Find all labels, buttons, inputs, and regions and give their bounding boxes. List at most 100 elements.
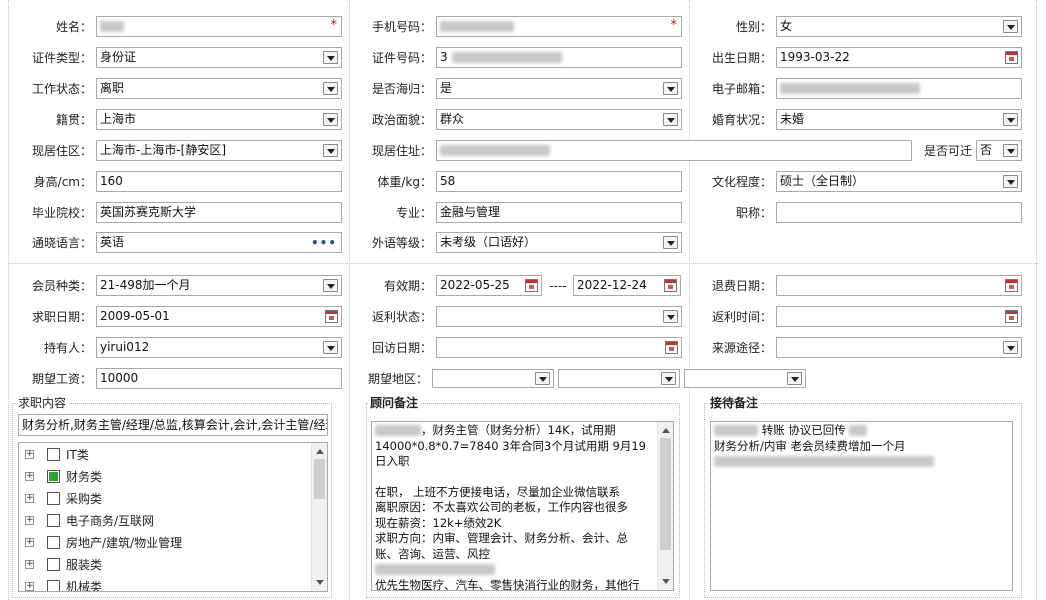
visit-date-label: 回访日期： <box>371 341 432 355</box>
scroll-down-icon[interactable] <box>316 580 324 585</box>
expand-icon[interactable]: + <box>25 560 34 569</box>
source-select[interactable] <box>776 337 1022 358</box>
marital-select[interactable]: 未婚 <box>776 109 1022 130</box>
note-line: 在职， 上班不方便接电话，尽量加企业微信联系 <box>375 484 621 499</box>
scroll-up-icon[interactable] <box>662 428 670 433</box>
calendar-icon[interactable] <box>664 279 677 292</box>
scroll-thumb[interactable] <box>314 459 325 499</box>
more-options-icon[interactable]: ••• <box>311 234 337 252</box>
checkbox[interactable] <box>47 492 60 505</box>
scroll-up-icon[interactable] <box>316 449 324 454</box>
expand-icon[interactable]: + <box>25 494 34 503</box>
chevron-down-icon[interactable] <box>1003 175 1018 188</box>
refund-date-field[interactable] <box>776 275 1022 296</box>
scroll-thumb[interactable] <box>660 438 671 550</box>
chevron-down-icon[interactable] <box>663 310 678 323</box>
chevron-down-icon[interactable] <box>787 372 802 385</box>
language-field[interactable]: 英语 ••• <box>96 232 342 253</box>
political-select[interactable]: 群众 <box>436 109 682 130</box>
chevron-down-icon[interactable] <box>661 372 676 385</box>
tree-item[interactable]: + 服装类 <box>19 554 309 576</box>
valid-to-field[interactable]: 2022-12-24 <box>573 275 681 296</box>
chevron-down-icon[interactable] <box>1003 341 1018 354</box>
chevron-down-icon[interactable] <box>535 372 550 385</box>
language-value: 英语 <box>100 235 125 249</box>
chevron-down-icon[interactable] <box>323 82 338 95</box>
job-date-field[interactable]: 2009-05-01 <box>96 306 342 327</box>
lang-level-select[interactable]: 未考级（口语好） <box>436 232 682 253</box>
holder-select[interactable]: yirui012 <box>96 337 342 358</box>
scroll-down-icon[interactable] <box>662 579 670 584</box>
name-field[interactable]: * <box>96 16 342 37</box>
tree-scrollbar[interactable] <box>311 443 327 591</box>
salary-field[interactable]: 10000 <box>96 368 342 389</box>
chevron-down-icon[interactable] <box>323 341 338 354</box>
tree-item[interactable]: + 采购类 <box>19 488 309 510</box>
returnee-select[interactable]: 是 <box>436 78 682 99</box>
chevron-down-icon[interactable] <box>663 236 678 249</box>
education-select[interactable]: 硕士（全日制） <box>776 171 1022 192</box>
chevron-down-icon[interactable] <box>1003 144 1018 157</box>
calendar-icon[interactable] <box>525 279 538 292</box>
job-content-summary[interactable]: 财务分析,财务主管/经理/总监,核算会计,会计,会计主管/经理 <box>18 414 328 436</box>
region-province-select[interactable] <box>432 369 554 388</box>
mobile-field[interactable]: * <box>436 16 682 37</box>
checkbox[interactable] <box>47 536 60 549</box>
native-select[interactable]: 上海市 <box>96 109 342 130</box>
redacted-value <box>849 425 868 436</box>
valid-from-field[interactable]: 2022-05-25 <box>436 275 542 296</box>
region-city-select[interactable] <box>558 369 680 388</box>
weight-field[interactable]: 58 <box>436 171 682 192</box>
gender-select[interactable]: 女 <box>776 16 1022 37</box>
chevron-down-icon[interactable] <box>1003 113 1018 126</box>
tree-item[interactable]: + 财务类 <box>19 466 309 488</box>
height-field[interactable]: 160 <box>96 171 342 192</box>
calendar-icon[interactable] <box>1005 51 1018 64</box>
tree-item[interactable]: + 房地产/建筑/物业管理 <box>19 532 309 554</box>
email-field[interactable] <box>776 78 1022 99</box>
rebate-time-field[interactable] <box>776 306 1022 327</box>
member-type-select[interactable]: 21-498加一个月 <box>96 275 342 296</box>
id-number-field[interactable]: 3 <box>436 47 682 68</box>
chevron-down-icon[interactable] <box>1003 20 1018 33</box>
checkbox-checked[interactable] <box>47 470 60 483</box>
rebate-status-select[interactable] <box>436 306 682 327</box>
chevron-down-icon[interactable] <box>323 279 338 292</box>
major-field[interactable]: 金融与管理 <box>436 202 682 223</box>
chevron-down-icon[interactable] <box>663 113 678 126</box>
work-status-select[interactable]: 离职 <box>96 78 342 99</box>
calendar-icon[interactable] <box>1005 310 1018 323</box>
checkbox[interactable] <box>47 448 60 461</box>
reception-notes-textarea[interactable]: 转账 协议已回传 财务分析/内审 老会员续费增加一个月 <box>710 421 1013 591</box>
chevron-down-icon[interactable] <box>323 113 338 126</box>
chevron-down-icon[interactable] <box>663 82 678 95</box>
tree-item[interactable]: + 电子商务/互联网 <box>19 510 309 532</box>
advisor-notes-textarea[interactable]: ，财务主管（财务分析）14K，试用期 14000*0.8*0.7=7840 3年… <box>371 421 674 591</box>
id-type-select[interactable]: 身份证 <box>96 47 342 68</box>
calendar-icon[interactable] <box>665 341 678 354</box>
residence-area-select[interactable]: 上海市-上海市-[静安区] <box>96 140 342 161</box>
relocate-select[interactable]: 否 <box>976 140 1022 161</box>
checkbox[interactable] <box>47 580 60 591</box>
expand-icon[interactable]: + <box>25 472 34 481</box>
expand-icon[interactable]: + <box>25 450 34 459</box>
tree-item[interactable]: + 机械类 <box>19 576 309 591</box>
calendar-icon[interactable] <box>325 310 338 323</box>
notes-scrollbar[interactable] <box>657 422 673 590</box>
region-district-select[interactable] <box>684 369 806 388</box>
address-field[interactable] <box>436 140 912 161</box>
checkbox[interactable] <box>47 558 60 571</box>
title-field[interactable] <box>776 202 1022 223</box>
visit-date-field[interactable] <box>436 337 682 358</box>
expand-icon[interactable]: + <box>25 538 34 547</box>
tree-item[interactable]: + IT类 <box>19 444 309 466</box>
expand-icon[interactable]: + <box>25 582 34 591</box>
chevron-down-icon[interactable] <box>323 51 338 64</box>
chevron-down-icon[interactable] <box>323 144 338 157</box>
checkbox[interactable] <box>47 514 60 527</box>
expand-icon[interactable]: + <box>25 516 34 525</box>
job-category-tree[interactable]: + IT类 + 财务类 + 采购类 + 电子商务/互联网 + 房地产/建筑/物业管理 + 服… <box>18 442 328 592</box>
school-field[interactable]: 英国苏赛克斯大学 <box>96 202 342 223</box>
birth-date-field[interactable]: 1993-03-22 <box>776 47 1022 68</box>
calendar-icon[interactable] <box>1005 279 1018 292</box>
